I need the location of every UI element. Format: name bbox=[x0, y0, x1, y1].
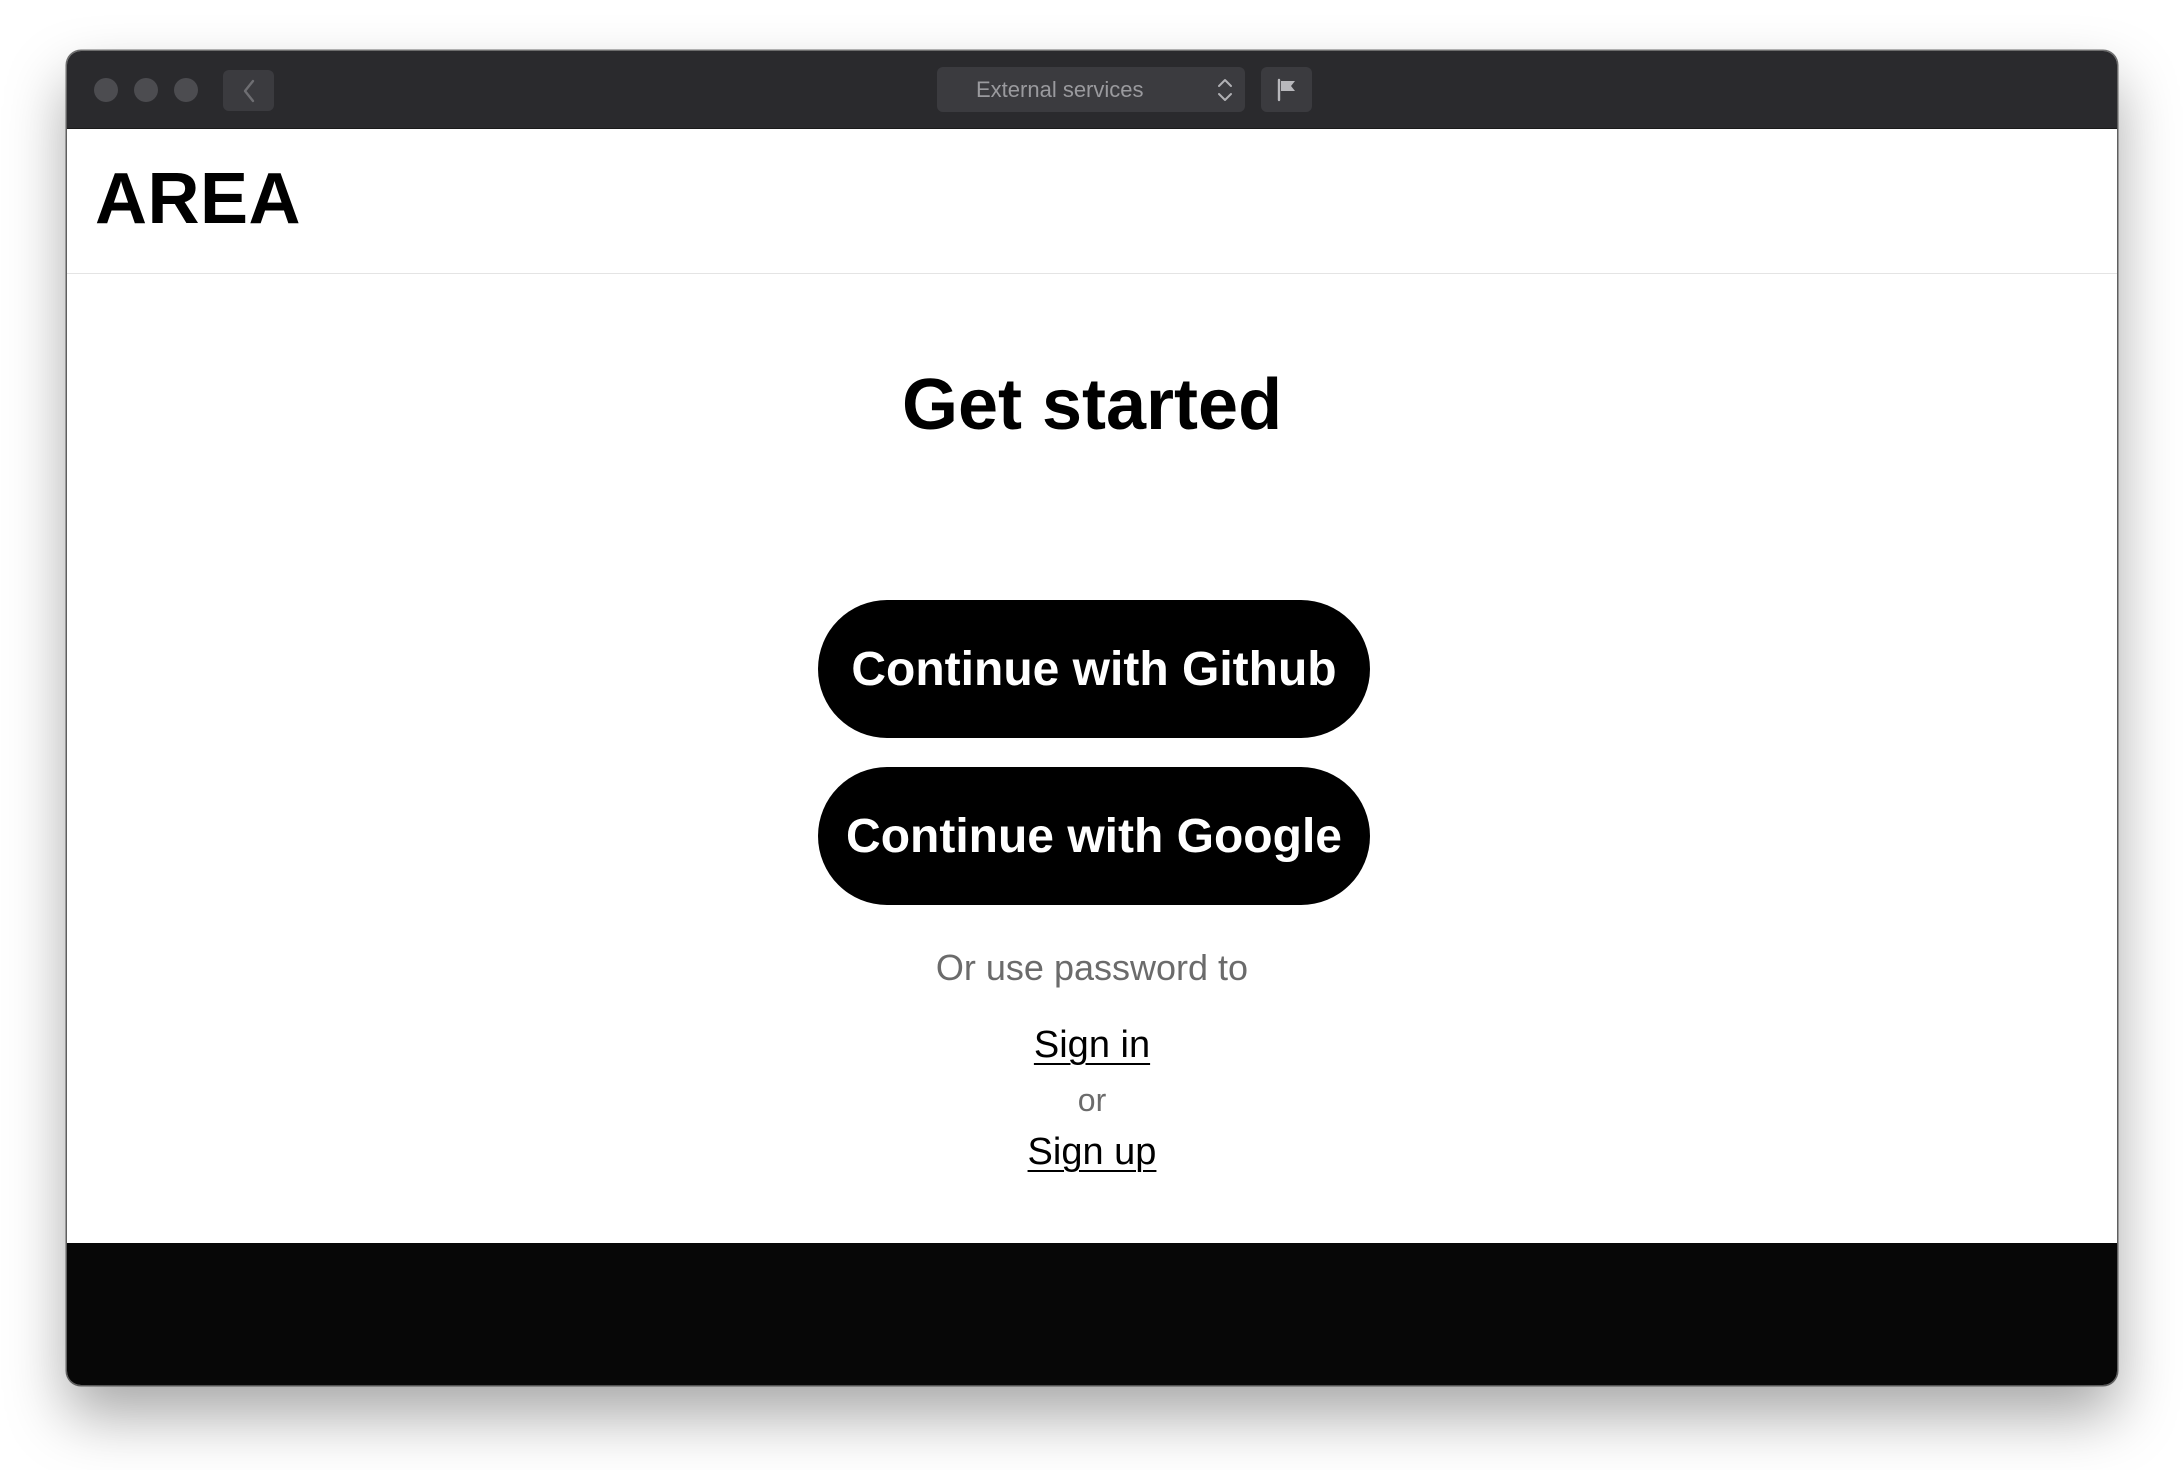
title-bar: External services bbox=[67, 51, 2117, 129]
service-selector-label: External services bbox=[976, 76, 1144, 102]
chevron-left-icon bbox=[243, 79, 254, 102]
back-button[interactable] bbox=[223, 70, 274, 111]
sign-up-link[interactable]: Sign up bbox=[1028, 1131, 1157, 1173]
flag-button[interactable] bbox=[1261, 67, 1312, 112]
sign-up-row: Sign up bbox=[67, 1133, 2117, 1171]
logo[interactable]: AREA bbox=[95, 163, 301, 235]
sign-in-row: Sign in bbox=[67, 1026, 2117, 1064]
site-header: AREA bbox=[67, 128, 2117, 274]
or-separator: or bbox=[1077, 1082, 1107, 1118]
service-selector[interactable]: External services bbox=[937, 67, 1245, 112]
get-started-panel: Get started Continue with Github Continu… bbox=[67, 274, 2117, 1243]
continue-with-google-button[interactable]: Continue with Google bbox=[818, 767, 1370, 905]
flag-icon bbox=[1277, 78, 1295, 101]
zoom-window-button[interactable] bbox=[174, 78, 198, 102]
sign-in-link[interactable]: Sign in bbox=[1034, 1024, 1150, 1066]
up-down-chevron-icon bbox=[1218, 79, 1232, 101]
close-window-button[interactable] bbox=[94, 78, 118, 102]
page-title: Get started bbox=[901, 365, 1283, 445]
site-footer bbox=[67, 1243, 2117, 1385]
app-window: External services AREA Get started Conti… bbox=[67, 51, 2117, 1385]
continue-with-github-button[interactable]: Continue with Github bbox=[818, 600, 1370, 738]
password-hint: Or use password to bbox=[935, 947, 1249, 988]
minimize-window-button[interactable] bbox=[134, 78, 158, 102]
